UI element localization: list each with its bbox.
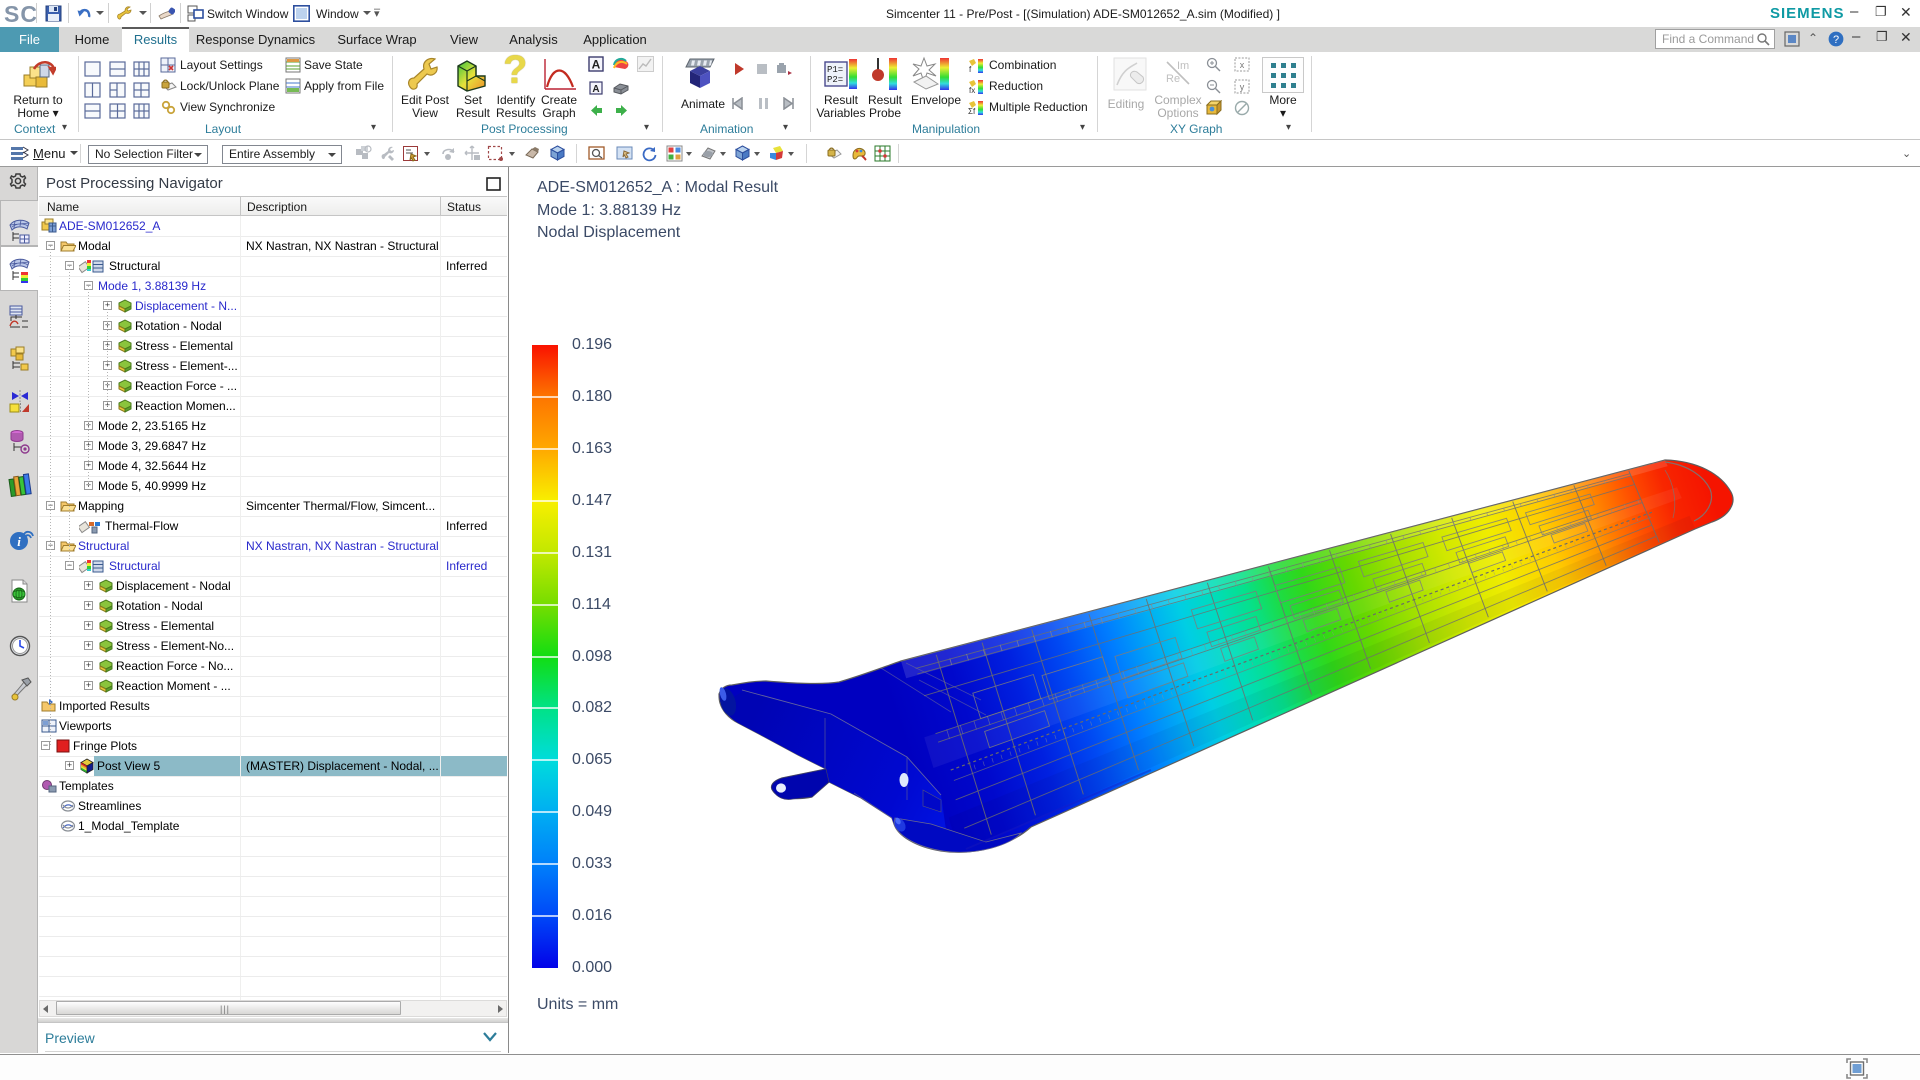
svg-text:P1=: P1= (827, 65, 843, 75)
svg-text:P2=: P2= (827, 75, 843, 85)
svg-text:y: y (1240, 82, 1245, 92)
svg-text:?: ? (1833, 34, 1839, 46)
svg-text:Im: Im (1177, 60, 1189, 72)
svg-text:Re: Re (1166, 73, 1180, 85)
svg-text:Σf: Σf (968, 107, 976, 116)
svg-text:fx: fx (969, 86, 975, 95)
svg-text:A: A (592, 58, 601, 72)
svg-text:i: i (17, 534, 21, 549)
svg-text:x: x (1240, 60, 1245, 70)
svg-text:A: A (592, 84, 599, 95)
svg-text:f: f (969, 65, 972, 74)
